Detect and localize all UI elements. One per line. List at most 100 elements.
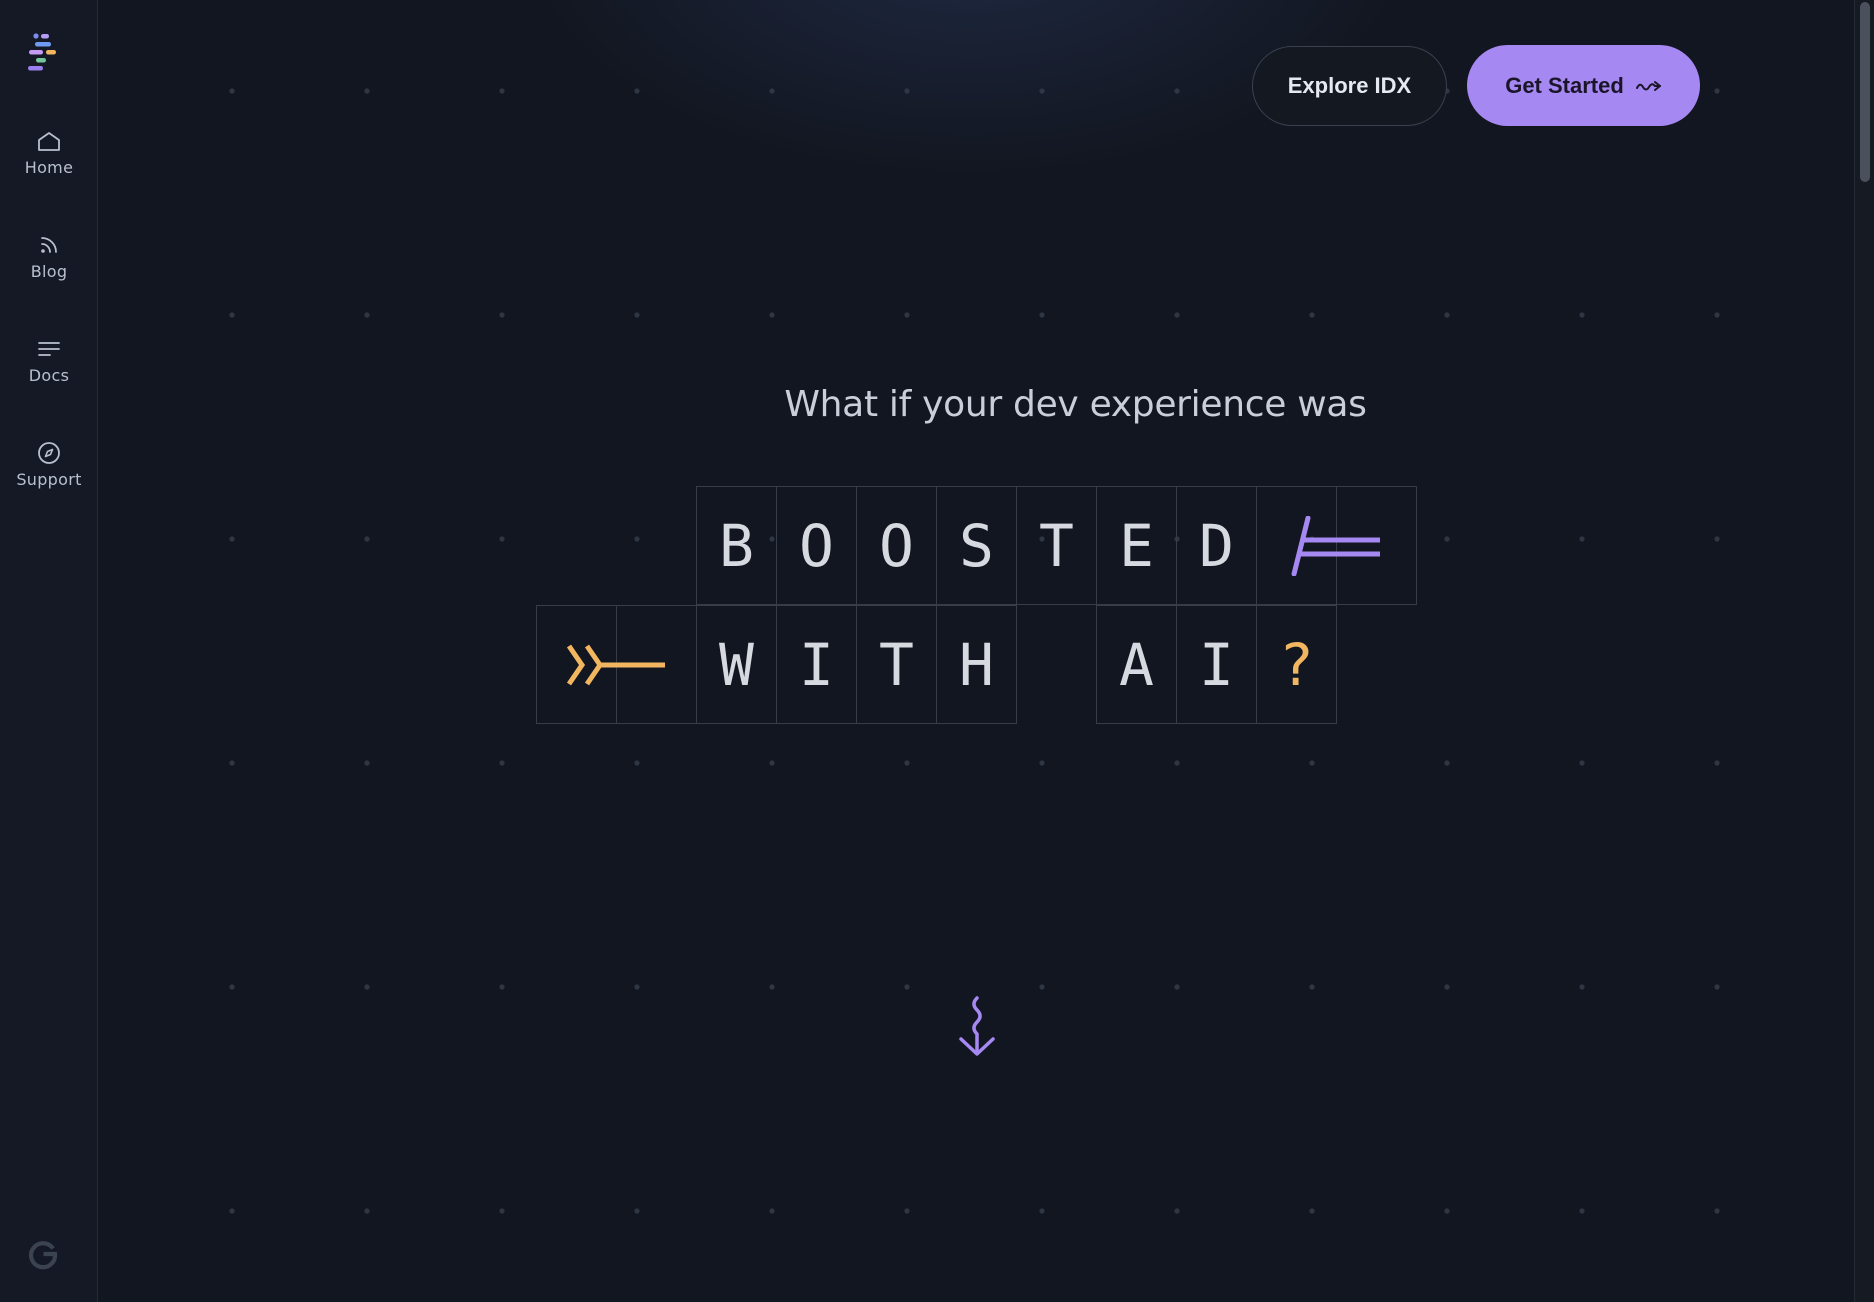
grid-dot [499, 536, 505, 542]
grid-dot [769, 88, 775, 94]
sidebar-item-support[interactable]: Support [0, 440, 98, 520]
idx-logo-icon[interactable] [24, 32, 64, 76]
grid-dot [364, 536, 370, 542]
grid-dot [1714, 1208, 1720, 1214]
grid-dot [1714, 536, 1720, 542]
letter-tile: O [856, 486, 937, 605]
grid-dot [1714, 88, 1720, 94]
grid-dot [229, 312, 235, 318]
letter-tile: T [1016, 486, 1097, 605]
grid-dot [499, 760, 505, 766]
grid-dot [1174, 312, 1180, 318]
docs-lines-icon [36, 336, 62, 362]
explore-idx-button[interactable]: Explore IDX [1252, 46, 1447, 126]
grid-dot [1444, 312, 1450, 318]
grid-dot [769, 984, 775, 990]
grid-dot [364, 88, 370, 94]
grid-dot [769, 312, 775, 318]
grid-dot [1714, 760, 1720, 766]
squiggle-arrow-right-icon [1635, 80, 1661, 91]
letter-tile: W [696, 605, 777, 724]
grid-dot [634, 88, 640, 94]
page-scrollbar[interactable] [1854, 0, 1874, 1302]
grid-dot [1579, 536, 1585, 542]
grid-dot [1444, 536, 1450, 542]
grid-dot [1444, 1208, 1450, 1214]
grid-dot [904, 312, 910, 318]
grid-dot [1309, 760, 1315, 766]
hero-headline: What if your dev experience was [784, 384, 1367, 425]
get-started-label: Get Started [1505, 72, 1624, 98]
letter-tile: E [1096, 486, 1177, 605]
get-started-button[interactable]: Get Started [1467, 45, 1700, 126]
sidebar-item-label: Home [24, 158, 74, 177]
grid-dot [364, 312, 370, 318]
grid-dot [1174, 984, 1180, 990]
grid-dot [634, 1208, 640, 1214]
grid-dot [364, 760, 370, 766]
grid-dot [1444, 984, 1450, 990]
grid-dot [1444, 760, 1450, 766]
grid-dot [1039, 760, 1045, 766]
grid-dot [1579, 312, 1585, 318]
grid-dot [229, 984, 235, 990]
sidebar-item-label: Blog [30, 262, 68, 281]
grid-dot [1309, 1208, 1315, 1214]
grid-dot [634, 984, 640, 990]
sidebar-item-label: Docs [28, 366, 70, 385]
explore-idx-label: Explore IDX [1287, 73, 1412, 98]
grid-dot [364, 984, 370, 990]
grid-dot [229, 1208, 235, 1214]
scrollbar-thumb[interactable] [1860, 2, 1870, 182]
grid-dot [1309, 312, 1315, 318]
sidebar-item-docs[interactable]: Docs [0, 336, 98, 416]
grid-dot [1039, 88, 1045, 94]
grid-dot [1714, 984, 1720, 990]
grid-dot [1174, 88, 1180, 94]
letter-tile: B [696, 486, 777, 605]
grid-dot [499, 1208, 505, 1214]
grid-dot [769, 1208, 775, 1214]
letter-tile: D [1176, 486, 1257, 605]
letter-tile: A [1096, 605, 1177, 724]
grid-dot [1579, 984, 1585, 990]
letter-tile: T [856, 605, 937, 724]
grid-dot [769, 760, 775, 766]
grid-dot [1039, 984, 1045, 990]
squiggle-arrow-down-icon[interactable] [957, 996, 997, 1058]
letter-tile: I [776, 605, 857, 724]
grid-dot [499, 312, 505, 318]
grid-dot [634, 312, 640, 318]
sidebar-item-label: Support [16, 470, 82, 489]
main-content: Explore IDX Get Started What if your dev… [99, 0, 1854, 1302]
compass-icon [36, 440, 62, 466]
grid-dot [1039, 1208, 1045, 1214]
grid-dot [904, 88, 910, 94]
grid-dot [634, 760, 640, 766]
question-mark-tile: ? [1256, 605, 1337, 724]
sidebar: Home Blog Docs Support [0, 0, 98, 1302]
orange-chevron-arrow-icon [566, 644, 665, 686]
grid-dot [904, 760, 910, 766]
grid-dot [1579, 760, 1585, 766]
grid-dot [1174, 760, 1180, 766]
letter-tile: I [1176, 605, 1257, 724]
grid-dot [1309, 984, 1315, 990]
grid-dot [1579, 1208, 1585, 1214]
grid-dot [1714, 312, 1720, 318]
sidebar-item-home[interactable]: Home [0, 128, 98, 208]
grid-dot [229, 760, 235, 766]
letter-tile: H [936, 605, 1017, 724]
sidebar-item-blog[interactable]: Blog [0, 232, 98, 312]
grid-dot [229, 88, 235, 94]
grid-dot [1039, 312, 1045, 318]
grid-dot [904, 1208, 910, 1214]
grid-dot [634, 536, 640, 542]
rss-icon [36, 232, 62, 258]
grid-dot [499, 984, 505, 990]
grid-dot [364, 1208, 370, 1214]
grid-dot [904, 984, 910, 990]
grid-dot [1174, 1208, 1180, 1214]
grid-dot [499, 88, 505, 94]
google-g-icon[interactable] [26, 1236, 60, 1270]
